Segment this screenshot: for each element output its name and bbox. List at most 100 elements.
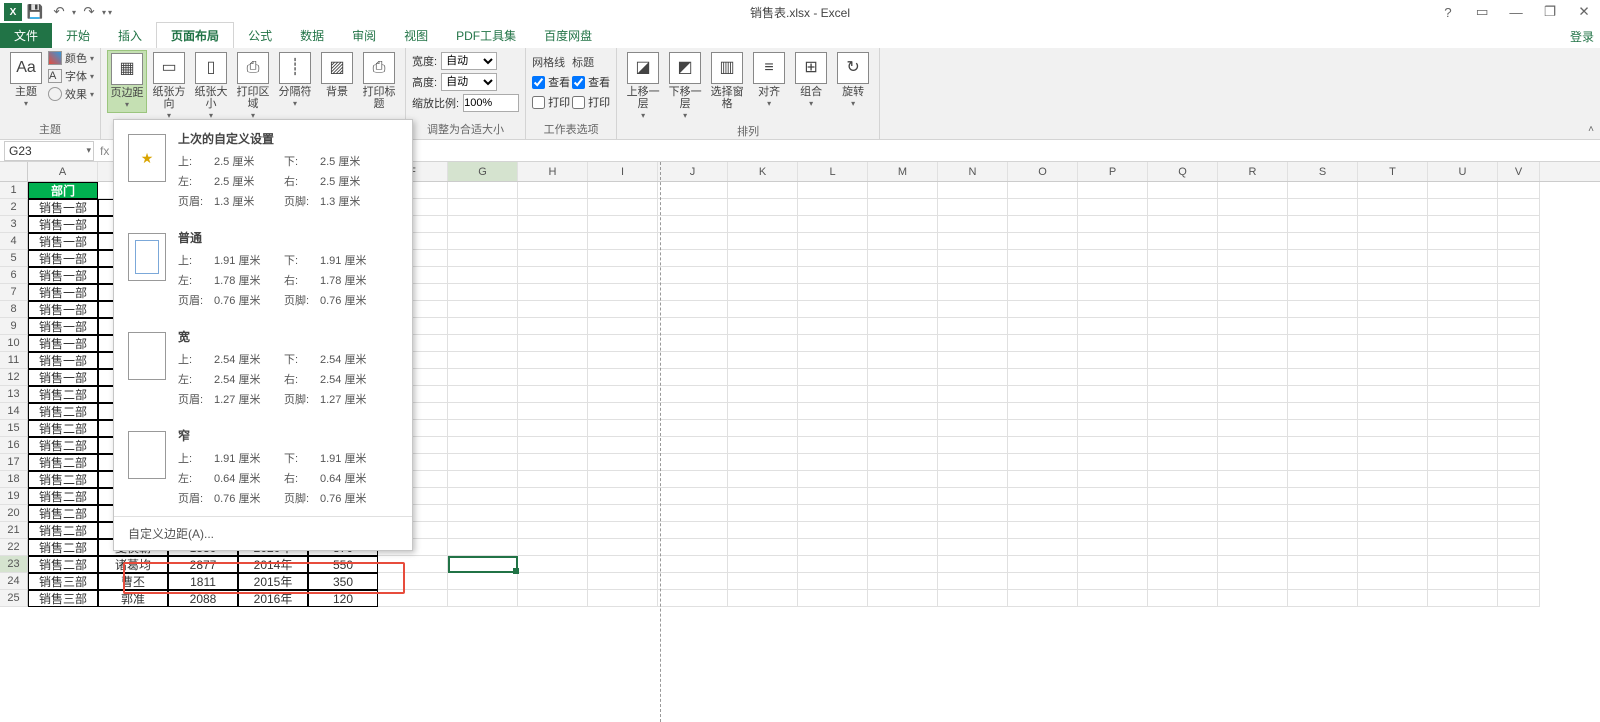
theme-colors-button[interactable]: 颜色▾	[48, 50, 94, 66]
cell[interactable]	[798, 505, 868, 522]
print-titles-button[interactable]: ⎙打印标题	[359, 50, 399, 112]
cell[interactable]	[938, 182, 1008, 199]
cell[interactable]	[448, 318, 518, 335]
cell[interactable]	[1008, 539, 1078, 556]
cell[interactable]	[938, 250, 1008, 267]
cell[interactable]: 销售二部	[28, 454, 98, 471]
row-header[interactable]: 5	[0, 250, 28, 267]
cell[interactable]	[518, 233, 588, 250]
cell[interactable]	[1078, 335, 1148, 352]
cell[interactable]	[588, 250, 658, 267]
cell[interactable]	[938, 335, 1008, 352]
cell[interactable]	[1288, 284, 1358, 301]
cell[interactable]	[868, 216, 938, 233]
row-header[interactable]: 7	[0, 284, 28, 301]
cell[interactable]	[1288, 556, 1358, 573]
cell[interactable]	[1148, 556, 1218, 573]
cell[interactable]	[798, 369, 868, 386]
cell[interactable]	[658, 369, 728, 386]
cell[interactable]	[728, 590, 798, 607]
cell[interactable]	[1008, 471, 1078, 488]
cell[interactable]	[448, 199, 518, 216]
cell[interactable]	[518, 369, 588, 386]
margins-custom-option[interactable]: 自定义边距(A)...	[114, 516, 412, 550]
cell[interactable]	[658, 301, 728, 318]
cell[interactable]	[1008, 182, 1078, 199]
cell[interactable]: 120	[308, 590, 378, 607]
cell[interactable]: 销售二部	[28, 471, 98, 488]
cell[interactable]	[938, 437, 1008, 454]
cell[interactable]	[1148, 420, 1218, 437]
cell[interactable]	[1078, 250, 1148, 267]
cell[interactable]	[658, 454, 728, 471]
cell[interactable]	[588, 199, 658, 216]
cell[interactable]	[1288, 403, 1358, 420]
cell[interactable]	[1078, 420, 1148, 437]
cell[interactable]	[1148, 386, 1218, 403]
cell[interactable]	[798, 454, 868, 471]
column-header[interactable]: S	[1288, 162, 1358, 181]
align-button[interactable]: ≡对齐▾	[749, 50, 789, 111]
cell[interactable]	[798, 199, 868, 216]
cell[interactable]	[518, 573, 588, 590]
column-header[interactable]: O	[1008, 162, 1078, 181]
cell[interactable]	[1288, 488, 1358, 505]
cell[interactable]	[1498, 182, 1540, 199]
undo-dropdown-icon[interactable]: ▾	[72, 8, 76, 17]
cell[interactable]	[1078, 590, 1148, 607]
cell[interactable]	[868, 488, 938, 505]
cell[interactable]: 销售一部	[28, 352, 98, 369]
cell[interactable]: 销售一部	[28, 301, 98, 318]
column-header[interactable]: L	[798, 162, 868, 181]
cell[interactable]	[1148, 199, 1218, 216]
cell[interactable]	[518, 182, 588, 199]
cell[interactable]	[1498, 471, 1540, 488]
cell[interactable]	[1358, 488, 1428, 505]
cell[interactable]	[1218, 216, 1288, 233]
cell[interactable]	[1428, 301, 1498, 318]
cell[interactable]	[588, 488, 658, 505]
cell[interactable]	[1008, 488, 1078, 505]
row-header[interactable]: 21	[0, 522, 28, 539]
cell[interactable]	[798, 182, 868, 199]
cell[interactable]	[448, 505, 518, 522]
cell[interactable]	[798, 284, 868, 301]
row-header[interactable]: 15	[0, 420, 28, 437]
print-area-button[interactable]: ⎙打印区域▾	[233, 50, 273, 123]
cell[interactable]: 销售一部	[28, 233, 98, 250]
row-header[interactable]: 17	[0, 454, 28, 471]
cell[interactable]: 销售二部	[28, 556, 98, 573]
cell[interactable]	[1358, 403, 1428, 420]
send-backward-button[interactable]: ◩下移一层▾	[665, 50, 705, 123]
cell[interactable]	[798, 556, 868, 573]
row-header[interactable]: 9	[0, 318, 28, 335]
cell[interactable]	[1078, 267, 1148, 284]
cell[interactable]: 销售一部	[28, 267, 98, 284]
cell[interactable]	[588, 352, 658, 369]
cell[interactable]	[448, 454, 518, 471]
ribbon-options-button[interactable]: ▭	[1470, 2, 1494, 22]
cell[interactable]	[448, 335, 518, 352]
cell[interactable]	[1218, 488, 1288, 505]
cell[interactable]: 销售一部	[28, 284, 98, 301]
cell[interactable]	[1288, 182, 1358, 199]
cell[interactable]	[1148, 250, 1218, 267]
cell[interactable]	[728, 284, 798, 301]
cell[interactable]	[588, 335, 658, 352]
cell[interactable]	[1498, 573, 1540, 590]
cell[interactable]: 销售一部	[28, 199, 98, 216]
row-header[interactable]: 23	[0, 556, 28, 573]
cell[interactable]	[1148, 539, 1218, 556]
cell[interactable]	[1218, 505, 1288, 522]
row-header[interactable]: 10	[0, 335, 28, 352]
row-header[interactable]: 22	[0, 539, 28, 556]
cell[interactable]	[1498, 420, 1540, 437]
cell[interactable]	[518, 267, 588, 284]
cell[interactable]	[1148, 335, 1218, 352]
cell[interactable]	[1428, 488, 1498, 505]
column-header[interactable]: H	[518, 162, 588, 181]
cell[interactable]	[1078, 199, 1148, 216]
cell[interactable]	[588, 301, 658, 318]
cell[interactable]	[1218, 369, 1288, 386]
cell[interactable]	[728, 199, 798, 216]
